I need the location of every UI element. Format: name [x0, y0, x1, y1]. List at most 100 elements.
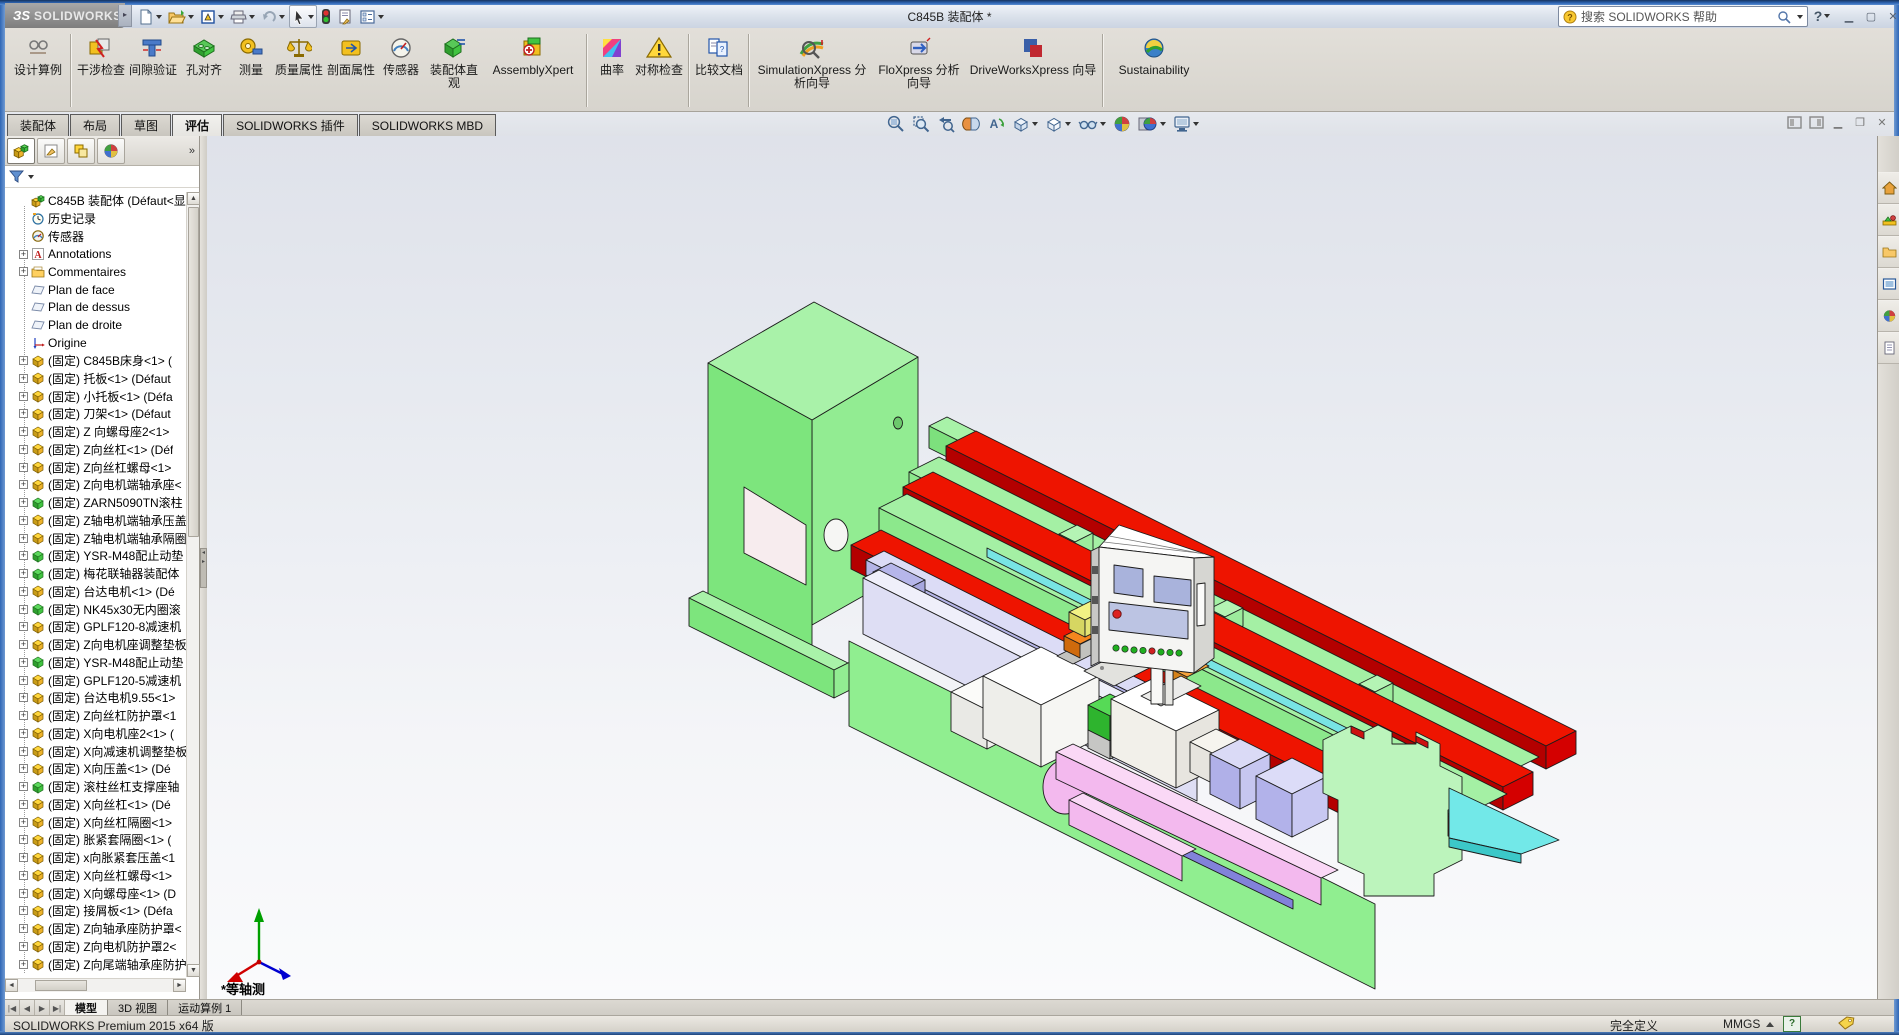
tree-expander[interactable] [19, 693, 28, 703]
custom-properties-button[interactable] [1878, 332, 1899, 364]
tree-expander[interactable] [19, 498, 28, 508]
symmetry-check-button[interactable]: 对称检查 [633, 30, 685, 111]
split-pane-left-icon[interactable] [1785, 114, 1803, 130]
apply-scene-button[interactable] [1136, 114, 1168, 134]
view-settings-button[interactable] [1171, 114, 1201, 134]
tree-item[interactable]: (固定) X向丝杠<1> (Dé [5, 796, 186, 814]
tab-solidworks-mbd[interactable]: SOLIDWORKS MBD [358, 114, 497, 136]
tree-expander[interactable] [19, 640, 28, 650]
help-search-box[interactable]: ? 搜索 SOLIDWORKS 帮助 [1558, 6, 1808, 27]
tab-sketch[interactable]: 草图 [121, 114, 172, 136]
tree-item[interactable]: Annotations [5, 245, 186, 263]
open-document-button[interactable] [166, 6, 196, 27]
compare-documents-button[interactable]: ? 比较文档 [693, 30, 745, 111]
tree-expander[interactable] [19, 941, 28, 951]
tree-expander[interactable] [19, 569, 28, 579]
tree-expander[interactable] [19, 249, 28, 259]
tree-item[interactable]: (固定) Z向电机防护罩2< [5, 938, 186, 956]
hide-show-items-button[interactable] [1076, 114, 1108, 134]
tree-item[interactable]: (固定) Z向电机端轴承座< [5, 476, 186, 494]
tree-item[interactable]: (固定) Z轴电机端轴承压盖 [5, 512, 186, 530]
hole-alignment-button[interactable]: 孔对齐 [179, 30, 229, 111]
tree-item[interactable]: Commentaires [5, 263, 186, 281]
tab-solidworks-addins[interactable]: SOLIDWORKS 插件 [223, 114, 358, 136]
tree-item[interactable]: (固定) X向丝杠隔圈<1> [5, 813, 186, 831]
featuremanager-tree-tab[interactable] [7, 137, 35, 164]
simulationxpress-button[interactable]: SimulationXpress 分析向导 [753, 30, 871, 111]
model-3d-assembly[interactable] [207, 136, 1877, 999]
annotation-view-button[interactable]: A [985, 114, 1007, 134]
tree-item[interactable]: C845B 装配体 (Défaut<显 [5, 192, 186, 210]
tree-item[interactable]: (固定) ZARN5090TN滚柱 [5, 494, 186, 512]
tree-expander[interactable] [19, 391, 28, 401]
tree-item[interactable]: (固定) 胀紧套隔圈<1> ( [5, 831, 186, 849]
tree-expander[interactable] [19, 267, 28, 277]
tree-item[interactable]: (固定) 梅花联轴器装配体 [5, 565, 186, 583]
undo-button[interactable] [259, 6, 287, 27]
filter-dropdown-caret[interactable] [28, 174, 34, 179]
tree-expander[interactable] [19, 675, 28, 685]
tree-expander[interactable] [19, 888, 28, 898]
tree-item[interactable]: (固定) GPLF120-5减速机 [5, 671, 186, 689]
measure-button[interactable]: 测量 [229, 30, 273, 111]
tree-expander[interactable] [19, 586, 28, 596]
tree-expander[interactable] [19, 924, 28, 934]
design-library-button[interactable] [1878, 204, 1899, 236]
tree-expander[interactable] [19, 356, 28, 366]
section-properties-button[interactable]: 剖面属性 [325, 30, 377, 111]
tree-expander[interactable] [19, 799, 28, 809]
tree-item[interactable]: (固定) NK45x30无内圈滚 [5, 600, 186, 618]
scroll-thumb[interactable] [188, 207, 199, 537]
driveworksxpress-button[interactable]: DriveWorksXpress 向导 [967, 30, 1099, 111]
tree-item[interactable]: (固定) Z向丝杠防护罩<1 [5, 707, 186, 725]
tree-item[interactable]: (固定) YSR-M48配止动垫 [5, 654, 186, 672]
tree-item[interactable]: (固定) X向丝杠螺母<1> [5, 867, 186, 885]
tree-item[interactable]: (固定) 小托板<1> (Défa [5, 387, 186, 405]
tree-expander[interactable] [19, 657, 28, 667]
scroll-right-button[interactable]: ► [173, 979, 186, 992]
tree-item[interactable]: (固定) X向压盖<1> (Dé [5, 760, 186, 778]
tree-item[interactable]: Plan de droite [5, 316, 186, 334]
new-document-button[interactable] [136, 6, 164, 27]
design-study-button[interactable]: 设计算例 [9, 30, 67, 111]
tree-item[interactable]: (固定) YSR-M48配止动垫 [5, 547, 186, 565]
rebuild-button[interactable] [319, 6, 333, 27]
tree-expander[interactable] [19, 782, 28, 792]
print-button[interactable] [228, 6, 257, 27]
tree-item[interactable]: (固定) Z向轴承座防护罩< [5, 920, 186, 938]
document-close-button[interactable]: ✕ [1873, 114, 1891, 130]
solidworks-resources-button[interactable] [1878, 172, 1899, 204]
tree-item[interactable]: (固定) Z轴电机端轴承隔圈 [5, 529, 186, 547]
tree-item[interactable]: (固定) X向电机座2<1> ( [5, 725, 186, 743]
tree-expander[interactable] [19, 373, 28, 383]
help-button[interactable]: ? [1807, 6, 1837, 26]
tree-item[interactable]: (固定) X向减速机调整垫板 [5, 742, 186, 760]
tree-expander[interactable] [19, 427, 28, 437]
tree-vertical-scrollbar[interactable]: ▲ ▼ [186, 192, 200, 977]
tree-item[interactable]: 传感器 [5, 228, 186, 246]
model-tab[interactable]: 模型 [65, 1000, 108, 1016]
maximize-button[interactable]: ▢ [1861, 7, 1881, 25]
assembly-visualization-button[interactable]: 装配体直观 [425, 30, 483, 111]
floxpress-button[interactable]: FloXpress 分析向导 [871, 30, 967, 111]
search-dropdown-caret[interactable] [1797, 14, 1803, 19]
view-orientation-button[interactable] [1010, 114, 1040, 134]
tree-expander[interactable] [19, 622, 28, 632]
tab-scroll-first-button[interactable]: |◀ [5, 1000, 20, 1016]
tree-expander[interactable] [19, 764, 28, 774]
curvature-button[interactable]: 曲率 [591, 30, 633, 111]
graphics-viewport[interactable]: *等轴测 [207, 136, 1877, 999]
tree-expander[interactable] [19, 711, 28, 721]
scroll-up-button[interactable]: ▲ [187, 192, 200, 205]
tab-scroll-last-button[interactable]: ▶| [50, 1000, 65, 1016]
tab-assembly[interactable]: 装配体 [7, 114, 70, 136]
display-style-button[interactable] [1043, 114, 1073, 134]
zoom-to-area-button[interactable] [910, 114, 932, 134]
tree-expander[interactable] [19, 515, 28, 525]
tree-item[interactable]: Plan de face [5, 281, 186, 299]
tag-button[interactable] [1837, 1016, 1855, 1030]
tree-expander[interactable] [19, 853, 28, 863]
assemblyxpert-button[interactable]: AssemblyXpert [483, 30, 583, 111]
scroll-left-button[interactable]: ◄ [5, 979, 18, 992]
tab-layout[interactable]: 布局 [70, 114, 121, 136]
